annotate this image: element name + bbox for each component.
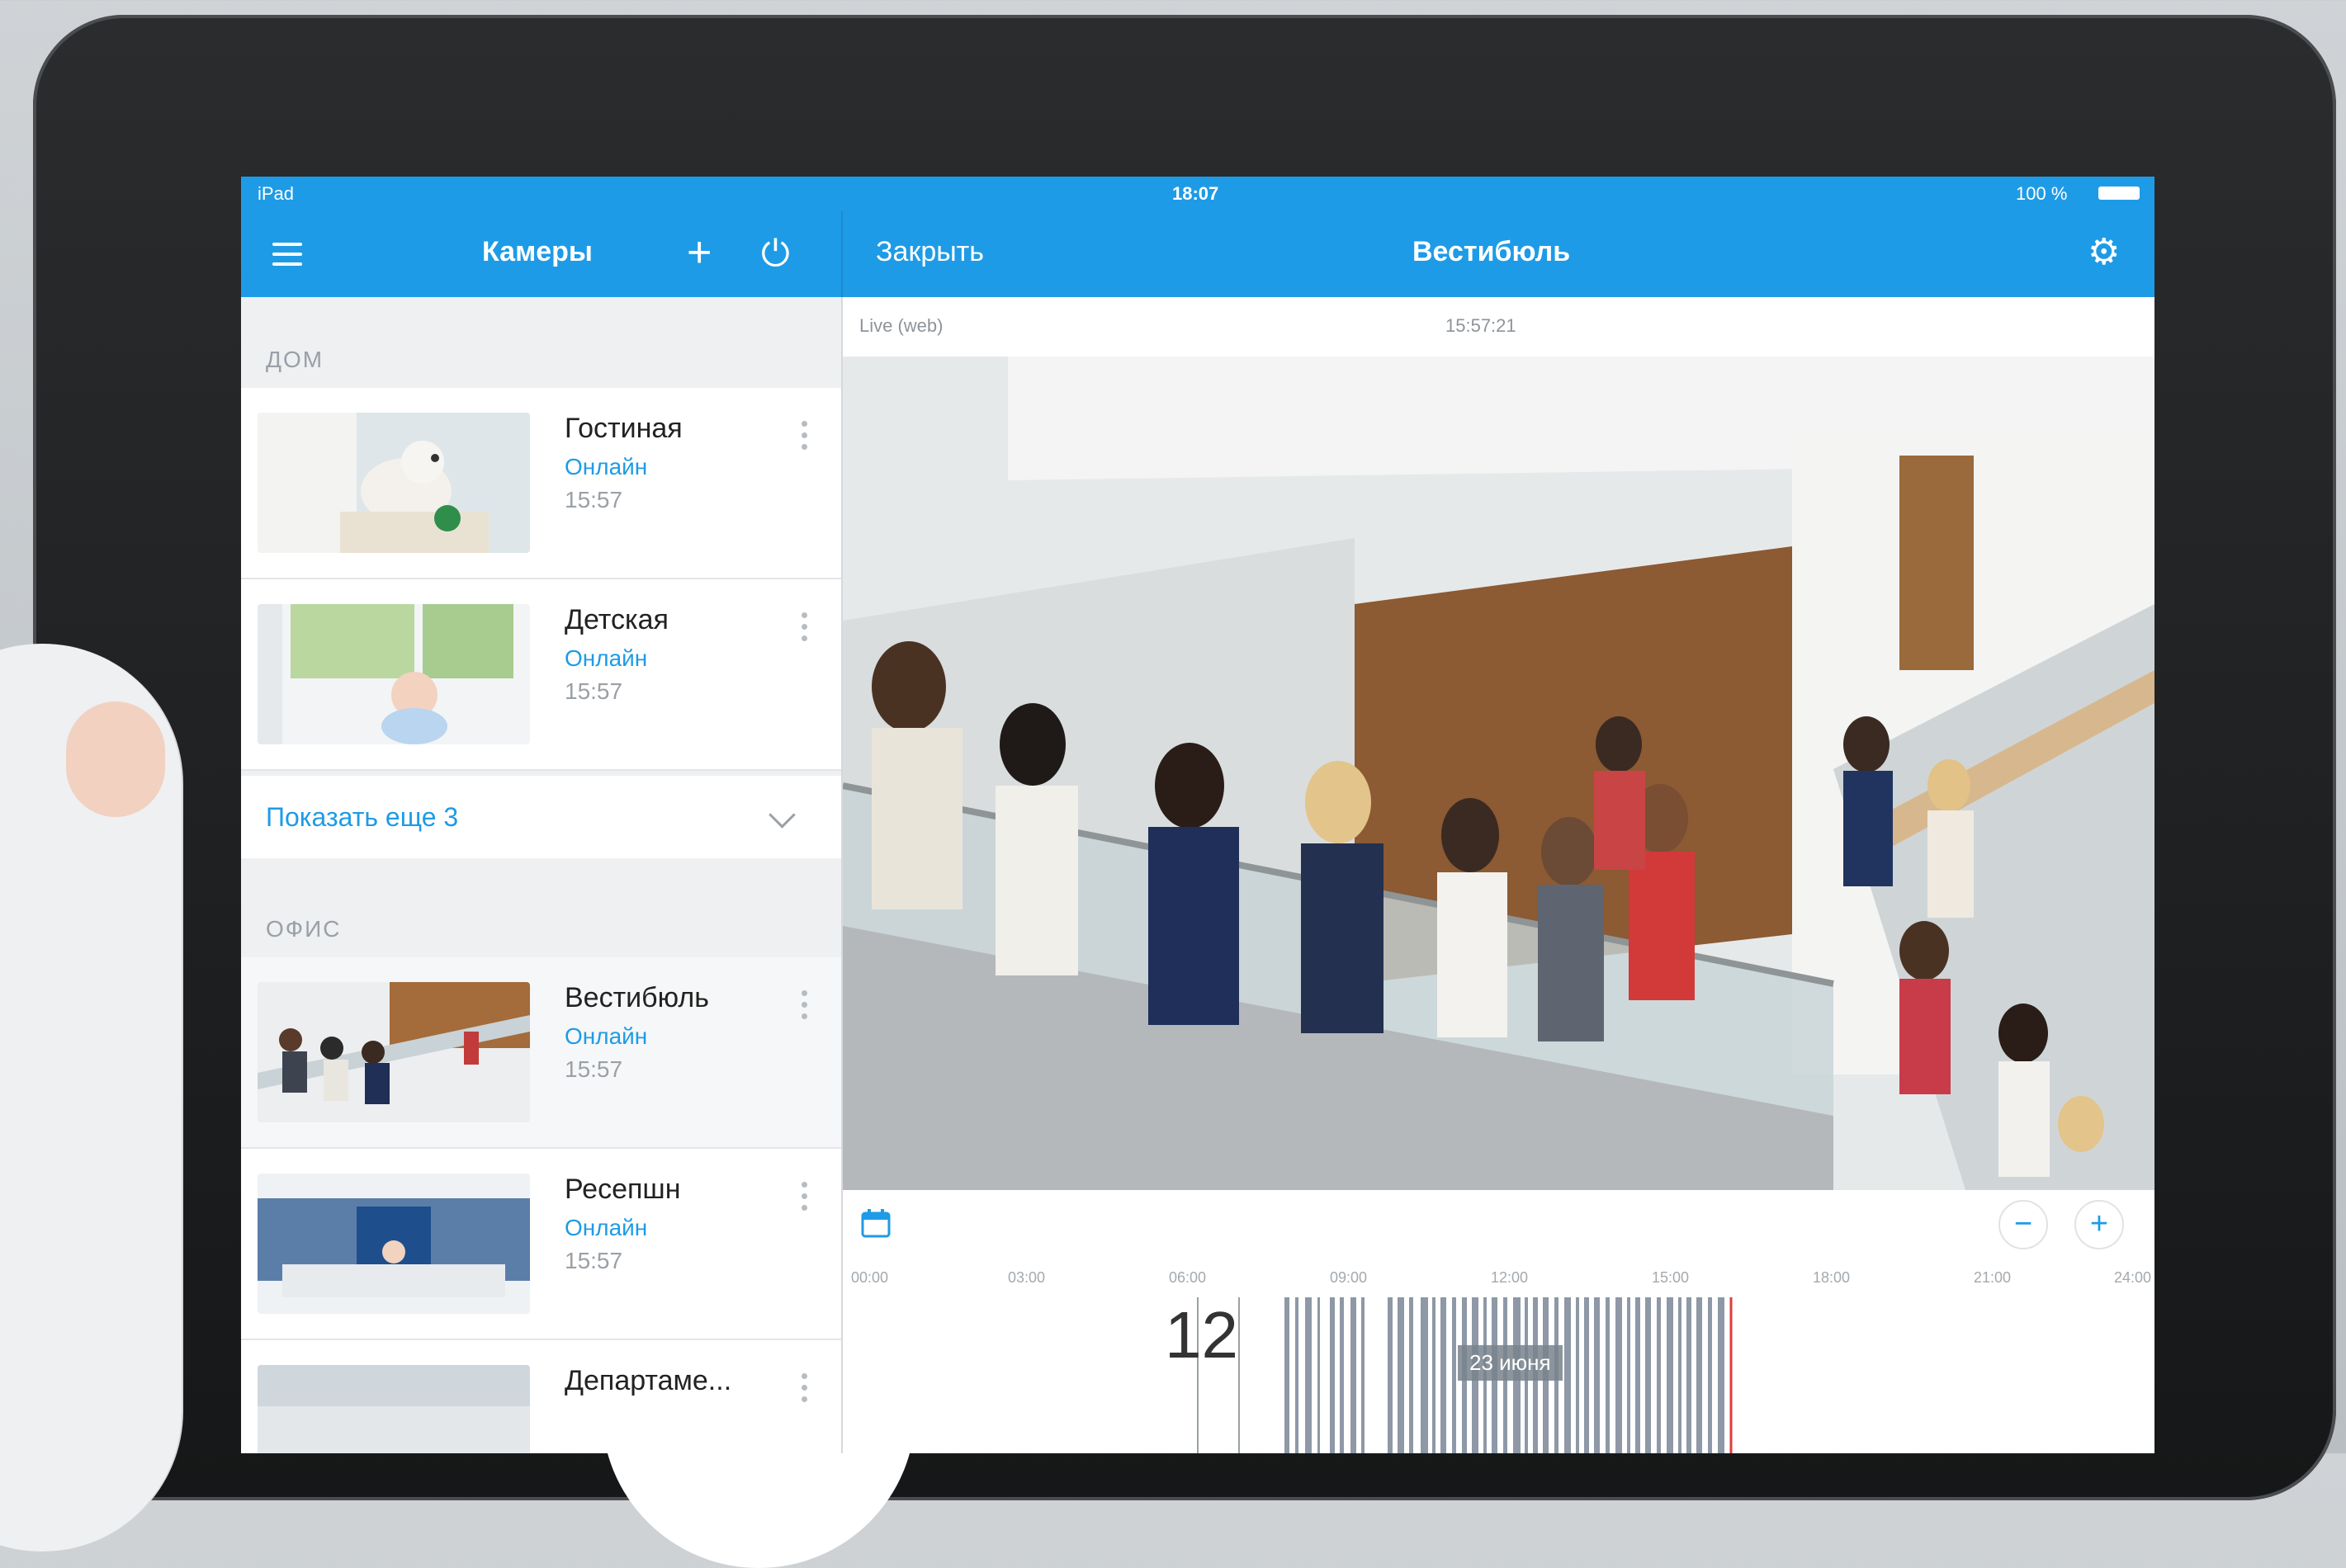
- more-options-icon[interactable]: [802, 1373, 808, 1408]
- settings-gear-icon[interactable]: ⚙: [2088, 234, 2120, 271]
- timeline-date-label: 23 июня: [1458, 1345, 1563, 1381]
- status-bar: iPad 18:07 100 %: [241, 177, 2154, 211]
- battery-label: 100 %: [2016, 183, 2068, 204]
- camera-thumbnail: [258, 604, 530, 744]
- timeline-controls: − + 00:00 03:00 06:00 09:00 12:00 15:00 …: [843, 1190, 2154, 1453]
- section-title-office: ОФИС: [266, 916, 342, 942]
- camera-item-lobby[interactable]: Вестибюль Онлайн 15:57: [241, 957, 841, 1149]
- camera-time: 15:57: [565, 487, 623, 512]
- camera-name: Гостиная: [565, 413, 683, 444]
- camera-time: 15:57: [565, 1056, 623, 1082]
- zoom-out-button[interactable]: −: [1998, 1200, 2048, 1249]
- timeline-tick: 03:00: [1008, 1269, 1046, 1286]
- section-title-home: ДОМ: [266, 347, 324, 372]
- show-more-label: Показать еще 3: [266, 802, 459, 832]
- live-video-feed[interactable]: [843, 357, 2154, 1190]
- camera-status: Онлайн: [565, 1215, 648, 1240]
- camera-thumbnail: [258, 982, 530, 1122]
- more-options-icon[interactable]: [802, 990, 808, 1025]
- camera-status: Онлайн: [565, 1023, 648, 1049]
- menu-icon[interactable]: [272, 243, 302, 266]
- camera-view-header: Закрыть Вестибюль ⚙: [841, 211, 2154, 297]
- camera-thumbnail: [258, 413, 530, 553]
- camera-item-nursery[interactable]: Детская Онлайн 15:57: [241, 579, 841, 771]
- timeline-tick: 21:00: [1974, 1269, 2012, 1286]
- camera-item-department[interactable]: Департаме...: [241, 1340, 841, 1453]
- calendar-icon[interactable]: [859, 1207, 892, 1240]
- add-camera-icon[interactable]: +: [687, 231, 712, 274]
- battery-icon: [2098, 187, 2140, 200]
- stream-timestamp: 15:57:21: [1445, 315, 1516, 336]
- camera-item-living-room[interactable]: Гостиная Онлайн 15:57: [241, 388, 841, 579]
- more-options-icon[interactable]: [802, 612, 808, 647]
- more-options-icon[interactable]: [802, 421, 808, 456]
- camera-list: ДОМ Гостиная Онлайн 15:57 Детская Онлайн…: [241, 297, 843, 1453]
- camera-view-title: Вестибюль: [1412, 236, 1571, 267]
- timeline-tick: 12:00: [1491, 1269, 1529, 1286]
- camera-name: Ресепшн: [565, 1174, 681, 1205]
- camera-status: Онлайн: [565, 645, 648, 671]
- tablet-screen: iPad 18:07 100 % Камеры + ⏻ Закрыть Вест…: [241, 177, 2154, 1453]
- timeline-tick: 09:00: [1330, 1269, 1368, 1286]
- clock: 18:07: [1172, 183, 1219, 204]
- chevron-down-icon: [769, 801, 796, 829]
- close-button[interactable]: Закрыть: [876, 236, 984, 268]
- timeline-tick: 24:00: [2114, 1269, 2152, 1286]
- camera-time: 15:57: [565, 678, 623, 704]
- timeline-tick: 18:00: [1813, 1269, 1851, 1286]
- timeline-scale-number: 12: [1165, 1298, 1238, 1372]
- show-more-row[interactable]: Показать еще 3: [241, 776, 841, 858]
- timeline-tick: 00:00: [851, 1269, 889, 1286]
- camera-time: 15:57: [565, 1248, 623, 1273]
- timeline-tick: 06:00: [1169, 1269, 1207, 1286]
- camera-thumbnail: [258, 1174, 530, 1314]
- carrier-label: iPad: [258, 183, 295, 204]
- camera-name: Департаме...: [565, 1365, 732, 1396]
- more-options-icon[interactable]: [802, 1182, 808, 1216]
- left-hand: [0, 644, 183, 1551]
- zoom-in-button[interactable]: +: [2074, 1200, 2124, 1249]
- cameras-header: Камеры + ⏻: [241, 211, 841, 297]
- camera-view: Live (web) 15:57:21 − + 00:00 03:00 06:0…: [843, 297, 2154, 1453]
- camera-name: Детская: [565, 604, 669, 635]
- camera-status: Онлайн: [565, 454, 648, 479]
- camera-item-reception[interactable]: Ресепшн Онлайн 15:57: [241, 1149, 841, 1340]
- cameras-title: Камеры: [482, 236, 593, 267]
- camera-name: Вестибюль: [565, 982, 709, 1013]
- power-icon[interactable]: ⏻: [761, 236, 790, 272]
- timeline-tick: 15:00: [1652, 1269, 1690, 1286]
- camera-thumbnail: [258, 1365, 530, 1453]
- stream-source-label: Live (web): [859, 315, 944, 336]
